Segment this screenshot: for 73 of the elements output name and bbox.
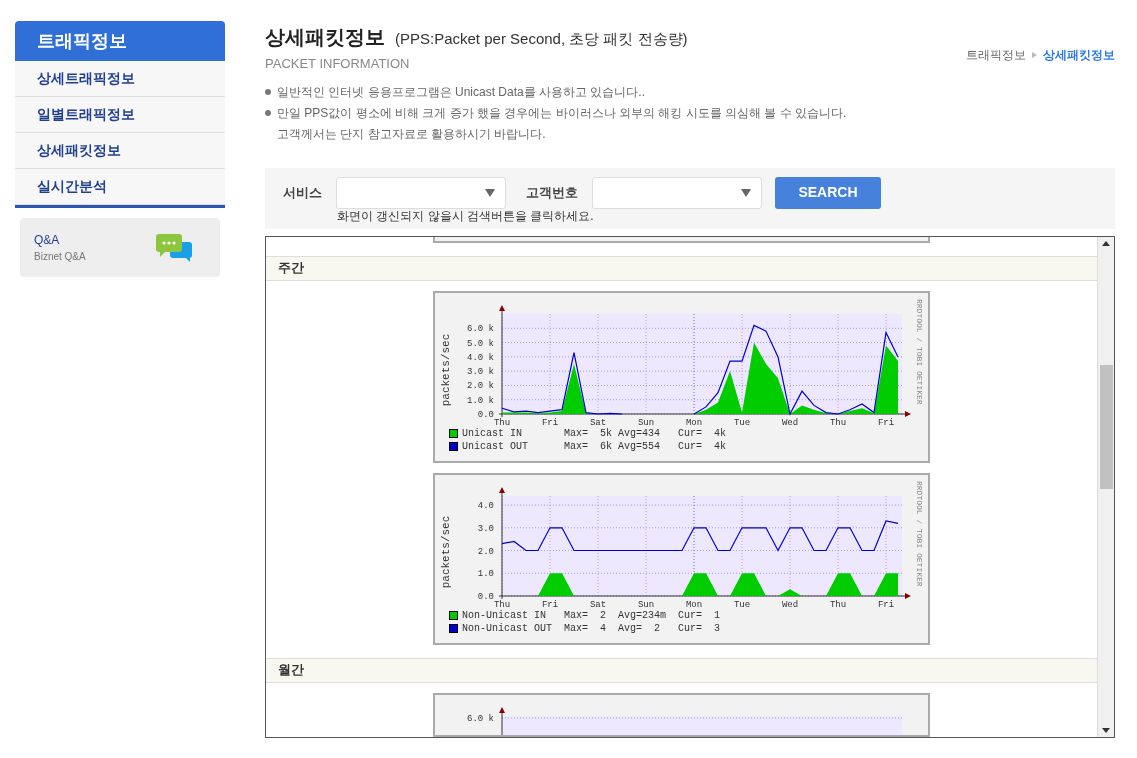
sidebar-item[interactable]: 일별트래픽정보: [15, 97, 225, 133]
y-tick-label: 6.0 k: [467, 713, 494, 724]
x-tick-label: Thu: [493, 417, 511, 428]
scroll-up-icon[interactable]: [1102, 240, 1110, 246]
note-text: 만일 PPS값이 평소에 비해 크게 증가 했을 경우에는 바이러스나 외부의 해킹 시도를 의심해 볼 수 있습니다.: [277, 104, 847, 122]
x-tick-label: Sat: [589, 417, 607, 428]
x-tick-label: Fri: [877, 417, 895, 428]
credit-label: RRDTOOL / TOBI OETIKER: [915, 480, 924, 587]
qa-title: Q&A: [34, 232, 61, 249]
sidebar-item[interactable]: 상세패킷정보: [15, 133, 225, 169]
scroll-thumb[interactable]: [1099, 364, 1113, 489]
legend-text: Unicast OUT Max= 6k Avg=554 Cur= 4k: [462, 440, 727, 453]
x-tick-label: Fri: [877, 599, 895, 610]
y-tick-label: 2.0: [477, 546, 494, 557]
y-tick-label: 1.0: [477, 568, 494, 579]
chat-bubbles-icon: [156, 233, 194, 262]
search-button[interactable]: SEARCH: [775, 176, 881, 209]
breadcrumb-item[interactable]: 상세패킷정보: [1043, 46, 1115, 64]
x-tick-label: Fri: [541, 599, 559, 610]
y-tick-label: 4.0: [477, 500, 494, 511]
separator-icon: [1032, 52, 1037, 58]
bullet-icon: [265, 109, 271, 116]
sidebar-item[interactable]: 실시간분석: [15, 169, 225, 205]
x-tick-label: Sun: [637, 417, 655, 428]
select-field[interactable]: [336, 176, 506, 209]
qa-subtitle: Biznet Q&A: [34, 250, 86, 264]
y-tick-label: 3.0: [477, 523, 494, 534]
page-caption: PACKET INFORMATION: [265, 55, 411, 73]
x-tick-label: Thu: [493, 599, 511, 610]
y-tick-label: 0.0: [477, 409, 494, 420]
x-tick-label: Tue: [733, 417, 751, 428]
legend-text: Non-Unicast OUT Max= 4 Avg= 2 Cur= 3: [462, 622, 721, 635]
caret-icon: [485, 188, 495, 197]
y-axis: [499, 706, 505, 735]
credit-label: RRDTOOL / TOBI OETIKER: [915, 298, 924, 405]
x-tick-label: Sun: [637, 599, 655, 610]
field-label: 고객번호: [526, 183, 578, 202]
field-label: 서비스: [283, 183, 322, 202]
section-header: 월간: [266, 657, 1097, 683]
x-tick-label: Wed: [781, 599, 799, 610]
y-axis-label: packets/sec: [440, 515, 452, 588]
section-header: 주간: [266, 255, 1097, 281]
caret-icon: [741, 188, 751, 197]
sidebar-header: 트래픽정보: [15, 21, 225, 61]
x-tick-label: Thu: [829, 417, 847, 428]
note-text: 고객께서는 단지 참고자료로 활용하시기 바랍니다.: [277, 125, 547, 143]
page-subtitle: (PPS:Packet per Second, 초당 패킷 전송량): [395, 29, 688, 49]
y-tick-label: 5.0 k: [467, 338, 494, 349]
qa-card[interactable]: Q&A Biznet Q&A: [20, 218, 220, 277]
y-tick-label: 0.0: [477, 591, 494, 602]
x-tick-label: Mon: [685, 599, 703, 610]
y-tick-label: 4.0 k: [467, 352, 494, 363]
search-hint: 화면이 갱신되지 않을시 검색버튼을 클릭하세요.: [337, 208, 595, 224]
scroll-down-icon[interactable]: [1102, 727, 1110, 733]
page-title: 상세패킷정보: [265, 25, 385, 50]
y-tick-label: 2.0 k: [467, 380, 494, 391]
x-tick-label: Fri: [541, 417, 559, 428]
breadcrumb-item[interactable]: 트래픽정보: [966, 46, 1026, 64]
select-field[interactable]: [592, 176, 762, 209]
x-tick-label: Thu: [829, 599, 847, 610]
sidebar-item[interactable]: 상세트래픽정보: [15, 61, 225, 97]
x-tick-label: Wed: [781, 417, 799, 428]
x-tick-label: Tue: [733, 599, 751, 610]
legend-text: Unicast IN Max= 5k Avg=434 Cur= 4k: [462, 427, 727, 440]
legend-text: Non-Unicast IN Max= 2 Avg=234m Cur= 1: [462, 609, 721, 622]
x-tick-label: Sat: [589, 599, 607, 610]
note-text: 일반적인 인터넷 응용프로그램은 Unicast Data를 사용하고 있습니다..: [277, 83, 646, 101]
x-tick-label: Mon: [685, 417, 703, 428]
bullet-icon: [265, 88, 271, 95]
y-tick-label: 6.0 k: [467, 323, 494, 334]
y-tick-label: 3.0 k: [467, 366, 494, 377]
y-tick-label: 1.0 k: [467, 395, 494, 406]
y-axis-label: packets/sec: [440, 333, 452, 406]
